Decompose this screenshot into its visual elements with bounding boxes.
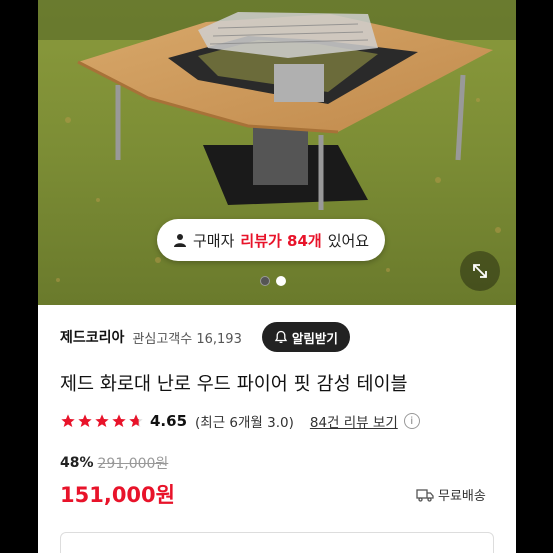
star-half-icon [129,414,143,427]
expand-image-button[interactable] [460,251,500,291]
expand-icon [473,264,487,278]
discount-row: 48% 291,000원 [60,453,168,473]
alarm-subscribe-button[interactable]: 알림받기 [261,322,350,352]
star-icon [95,414,109,427]
follower-label: 관심고객수 [132,331,193,347]
discount-rate: 48% [60,455,94,471]
review-pill-count: 리뷰가 84개 [240,231,322,250]
product-title: 제드 화로대 난로 우드 파이어 핏 감성 테이블 [60,374,408,395]
star-rating [60,413,144,429]
product-page: 구매자 리뷰가 84개 있어요 제드코리아 관심고객수 16,193 알림받기 … [38,0,516,553]
buyer-review-pill[interactable]: 구매자 리뷰가 84개 있어요 [157,219,386,261]
star-icon [61,414,75,427]
shipping-info: 무료배송 [416,485,486,504]
star-icon [112,414,126,427]
person-icon [174,234,186,247]
review-link[interactable]: 84건 리뷰 보기 [310,411,398,431]
original-price: 291,000원 [97,456,169,472]
truck-icon [416,488,434,502]
recent-rating: (최근 6개월 3.0) [195,415,294,431]
rating-value: 4.65 [150,412,188,430]
product-image-carousel[interactable]: 구매자 리뷰가 84개 있어요 [38,0,516,305]
rating-row: 4.65 (최근 6개월 3.0) 84건 리뷰 보기 i [60,411,420,431]
carousel-dot-active[interactable] [276,276,286,286]
bell-plus-icon [274,330,288,343]
info-icon[interactable]: i [403,413,420,429]
review-pill-suffix: 있어요 [327,231,370,250]
shipping-label: 무료배송 [438,489,486,504]
sale-price: 151,000원 [60,483,175,507]
alarm-label: 알림받기 [291,330,338,346]
seller-info: 제드코리아 관심고객수 16,193 알림받기 [60,322,500,352]
seller-name[interactable]: 제드코리아 [60,327,124,347]
star-icon [78,414,92,427]
carousel-indicator [260,276,286,286]
carousel-dot[interactable] [260,276,270,286]
follower-value: 16,193 [196,331,242,347]
option-card[interactable] [60,532,494,553]
review-pill-prefix: 구매자 [193,231,235,250]
follower-count: 관심고객수 16,193 [132,328,241,347]
